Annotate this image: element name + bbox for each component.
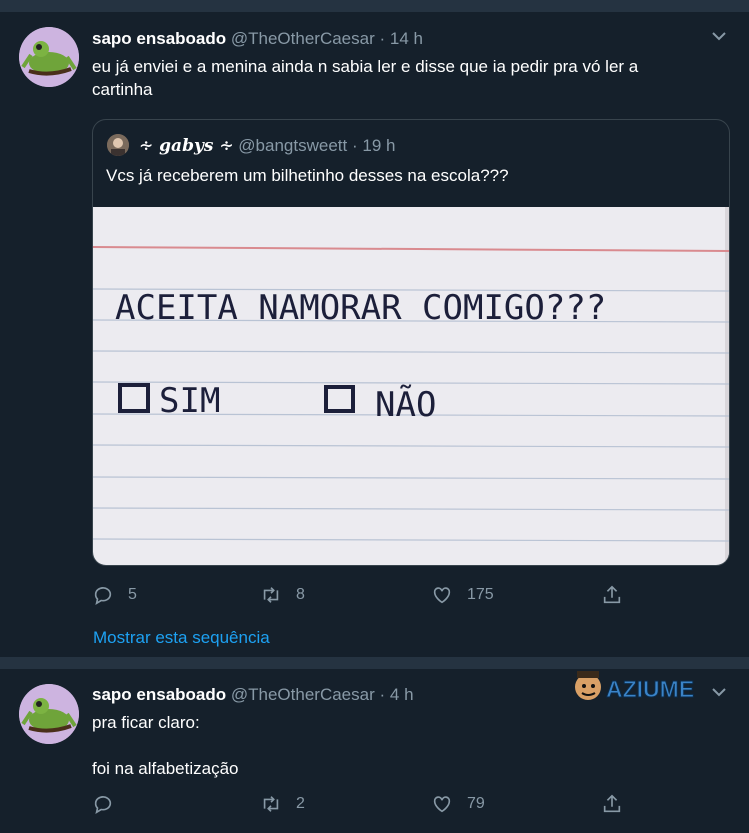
person-avatar-icon — [107, 134, 129, 156]
tweet-text-line: pra ficar claro: — [92, 713, 200, 732]
show-thread-link[interactable]: Mostrar esta sequência — [93, 628, 270, 648]
separator: · — [379, 685, 386, 704]
like-button[interactable]: 175 — [431, 584, 494, 606]
display-name[interactable]: sapo ensaboado — [92, 29, 226, 48]
watermark-text: AZIUME — [606, 676, 694, 702]
quote-avatar — [107, 134, 129, 156]
share-icon — [603, 585, 621, 604]
like-count: 79 — [467, 795, 485, 812]
quote-display-name: ∻ 𝒈𝒂𝒃𝒚𝒔 ∻ — [139, 136, 234, 156]
share-icon — [603, 794, 621, 813]
retweet-icon — [263, 796, 279, 812]
tweet-header: sapo ensaboado @TheOtherCaesar · 4 h — [92, 685, 414, 705]
timestamp[interactable]: 4 h — [390, 685, 414, 704]
retweet-button[interactable]: 2 — [260, 793, 305, 815]
tweet-actions: 2 79 — [92, 793, 652, 817]
user-handle[interactable]: @TheOtherCaesar — [231, 29, 375, 48]
user-handle[interactable]: @TheOtherCaesar — [231, 685, 375, 704]
avatar[interactable] — [19, 684, 79, 744]
frog-avatar-icon — [19, 684, 79, 744]
note-option-yes: SIM — [159, 381, 220, 421]
chevron-down-icon[interactable] — [710, 27, 728, 45]
reply-icon — [94, 796, 112, 814]
tweet-text-line: cartinha — [92, 80, 153, 99]
separator: · — [379, 29, 386, 48]
share-button[interactable] — [601, 793, 637, 815]
reply-button[interactable]: 5 — [92, 584, 137, 606]
aziume-logo-icon: AZIUME — [575, 671, 695, 703]
retweet-count: 2 — [296, 795, 305, 812]
like-count: 175 — [467, 586, 494, 603]
retweet-button[interactable]: 8 — [260, 584, 305, 606]
reply-count: 5 — [128, 586, 137, 603]
tweet-text: eu já enviei e a menina ainda n sabia le… — [92, 55, 638, 101]
tweet-header: sapo ensaboado @TheOtherCaesar · 14 h — [92, 29, 423, 49]
like-icon — [433, 587, 451, 604]
quote-timestamp: 19 h — [362, 136, 396, 155]
quote-handle: @bangtsweett — [238, 136, 348, 155]
reply-button[interactable] — [92, 793, 128, 815]
quoted-tweet[interactable]: ∻ 𝒈𝒂𝒃𝒚𝒔 ∻ @bangtsweett · 19 h Vcs já rec… — [92, 119, 730, 566]
quote-text: Vcs já receberem um bilhetinho desses na… — [106, 166, 509, 185]
note-question: ACEITA NAMORAR COMIGO??? — [115, 288, 606, 328]
retweet-count: 8 — [296, 586, 305, 603]
separator: · — [351, 136, 358, 155]
share-button[interactable] — [601, 584, 637, 606]
quote-header: ∻ 𝒈𝒂𝒃𝒚𝒔 ∻ @bangtsweett · 19 h — [139, 136, 395, 156]
avatar[interactable] — [19, 27, 79, 87]
frog-avatar-icon — [19, 27, 79, 87]
retweet-icon — [263, 587, 279, 603]
reply-icon — [94, 587, 112, 605]
tweet-text: pra ficar claro: foi na alfabetização — [92, 711, 239, 780]
tweet-text-line: foi na alfabetização — [92, 759, 239, 778]
top-divider — [0, 0, 749, 12]
note-option-no: NÃO — [375, 385, 436, 425]
tweet-actions: 5 8 175 — [92, 584, 652, 608]
chevron-down-icon[interactable] — [710, 683, 728, 701]
timestamp[interactable]: 14 h — [390, 29, 423, 48]
note-photo[interactable]: ACEITA NAMORAR COMIGO??? SIM NÃO — [93, 207, 729, 565]
like-button[interactable]: 79 — [431, 793, 485, 815]
display-name[interactable]: sapo ensaboado — [92, 685, 226, 704]
like-icon — [433, 796, 451, 813]
watermark-logo: AZIUME — [568, 665, 718, 707]
tweet-text-line: eu já enviei e a menina ainda n sabia le… — [92, 57, 639, 76]
